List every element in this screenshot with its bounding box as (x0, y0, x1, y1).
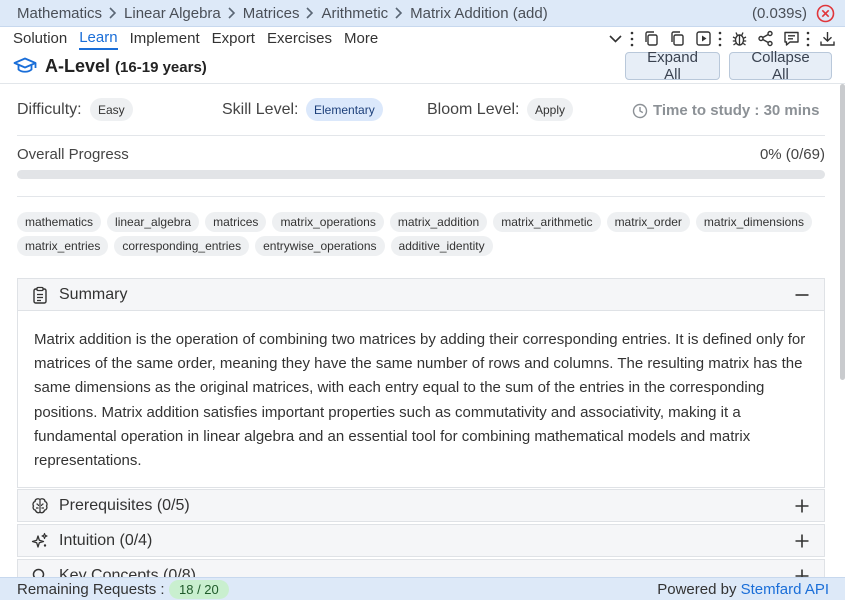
tag-chip[interactable]: additive_identity (390, 236, 493, 256)
level-age-range: (16-19 years) (115, 59, 207, 76)
play-icon[interactable] (693, 29, 713, 49)
meta-row: Difficulty: Easy Skill Level: Elementary… (0, 95, 845, 127)
more-vertical-icon[interactable] (805, 30, 811, 48)
tag-list: mathematics linear_algebra matrices matrix_… (17, 212, 817, 256)
chevron-right-icon (388, 6, 410, 20)
remaining-requests-badge: 18 / 20 (169, 580, 229, 599)
skill-level-label: Skill Level: (222, 101, 299, 118)
level-header: A-Level (16-19 years) Expand All Collaps… (0, 49, 845, 84)
tag-chip[interactable]: matrix_operations (272, 212, 384, 232)
chevron-right-icon (299, 6, 321, 20)
bloom-level-label: Bloom Level: (427, 101, 520, 118)
powered-by: Powered by Stemfard API (657, 581, 829, 598)
tag-chip[interactable]: linear_algebra (107, 212, 200, 232)
chevron-right-icon (102, 6, 124, 20)
response-time: (0.039s) (751, 5, 807, 22)
tag-chip[interactable]: matrix_arithmetic (493, 212, 601, 232)
tag-chip[interactable]: matrix_dimensions (695, 212, 812, 232)
share-icon[interactable] (755, 29, 775, 49)
expand-all-button[interactable]: Expand All (625, 49, 720, 83)
level-title: A-Level (16-19 years) (45, 56, 207, 77)
powered-by-text: Powered by (657, 581, 737, 598)
divider (17, 135, 825, 136)
chevron-down-icon[interactable] (605, 29, 625, 49)
comment-icon[interactable] (781, 29, 801, 49)
copy-icon[interactable] (641, 29, 661, 49)
download-icon[interactable] (817, 29, 837, 49)
bug-icon[interactable] (729, 29, 749, 49)
plus-icon[interactable] (794, 498, 810, 514)
progress-bar (17, 170, 825, 179)
progress-value: 0% (0/69) (759, 146, 825, 163)
tag-chip[interactable]: entrywise_operations (255, 236, 385, 256)
more-vertical-icon[interactable] (717, 30, 723, 48)
tab-bar: Solution Learn Implement Export Exercise… (0, 27, 845, 50)
skill-level-badge: Elementary (306, 98, 383, 121)
time-to-study-text: Time to study : 30 mins (653, 102, 820, 119)
difficulty-label: Difficulty: (17, 101, 82, 118)
breadcrumb-item-linear-algebra[interactable]: Linear Algebra (124, 5, 221, 22)
collapse-all-button[interactable]: Collapse All (729, 49, 832, 83)
summary-body: Matrix addition is the operation of comb… (17, 311, 825, 488)
breadcrumb-item-matrices[interactable]: Matrices (243, 5, 300, 22)
tab-learn[interactable]: Learn (79, 28, 118, 50)
stemfard-api-link[interactable]: Stemfard API (741, 581, 829, 598)
time-to-study: Time to study : 30 mins (632, 102, 819, 119)
plus-icon[interactable] (794, 533, 810, 549)
tab-more[interactable]: More (344, 29, 378, 49)
prerequisites-section-header[interactable]: Prerequisites (0/5) (17, 489, 825, 522)
progress-label: Overall Progress (17, 146, 129, 163)
intuition-title: Intuition (0/4) (59, 532, 153, 549)
summary-section-header[interactable]: Summary (17, 278, 825, 311)
tag-chip[interactable]: matrix_order (606, 212, 690, 232)
footer: Remaining Requests : 18 / 20 Powered by … (0, 577, 845, 600)
brain-icon (31, 497, 49, 515)
minus-icon[interactable] (794, 287, 810, 303)
tab-export[interactable]: Export (212, 29, 255, 49)
clock-icon (632, 103, 648, 118)
sparkles-icon (31, 532, 49, 550)
prerequisites-title: Prerequisites (0/5) (59, 497, 190, 514)
toolbar (599, 27, 837, 50)
summary-title: Summary (59, 286, 128, 303)
tag-chip[interactable]: mathematics (17, 212, 102, 232)
level-name: A-Level (45, 56, 111, 76)
graduation-cap-icon (13, 56, 37, 76)
breadcrumb: Mathematics Linear Algebra Matrices Arit… (0, 0, 845, 27)
divider (17, 196, 825, 197)
intuition-section-header[interactable]: Intuition (0/4) (17, 524, 825, 557)
remaining-requests-label: Remaining Requests : (17, 581, 165, 598)
breadcrumb-item-mathematics[interactable]: Mathematics (17, 5, 102, 22)
tag-chip[interactable]: matrices (205, 212, 267, 232)
close-icon[interactable] (816, 4, 835, 23)
tab-solution[interactable]: Solution (13, 29, 67, 49)
chevron-right-icon (221, 6, 243, 20)
tag-chip[interactable]: matrix_addition (389, 212, 488, 232)
difficulty-badge: Easy (90, 98, 133, 121)
duplicate-icon[interactable] (667, 29, 687, 49)
more-vertical-icon[interactable] (629, 30, 635, 48)
tab-implement[interactable]: Implement (130, 29, 200, 49)
summary-text: Matrix addition is the operation of comb… (34, 331, 806, 470)
clipboard-icon (31, 286, 49, 304)
breadcrumb-item-arithmetic[interactable]: Arithmetic (321, 5, 388, 22)
tag-chip[interactable]: corresponding_entries (114, 236, 250, 256)
bloom-level-badge: Apply (527, 98, 574, 121)
scrollbar[interactable] (840, 84, 845, 380)
breadcrumb-item-matrix-addition: Matrix Addition (add) (410, 4, 548, 22)
tab-exercises[interactable]: Exercises (267, 29, 332, 49)
tag-chip[interactable]: matrix_entries (17, 236, 109, 256)
